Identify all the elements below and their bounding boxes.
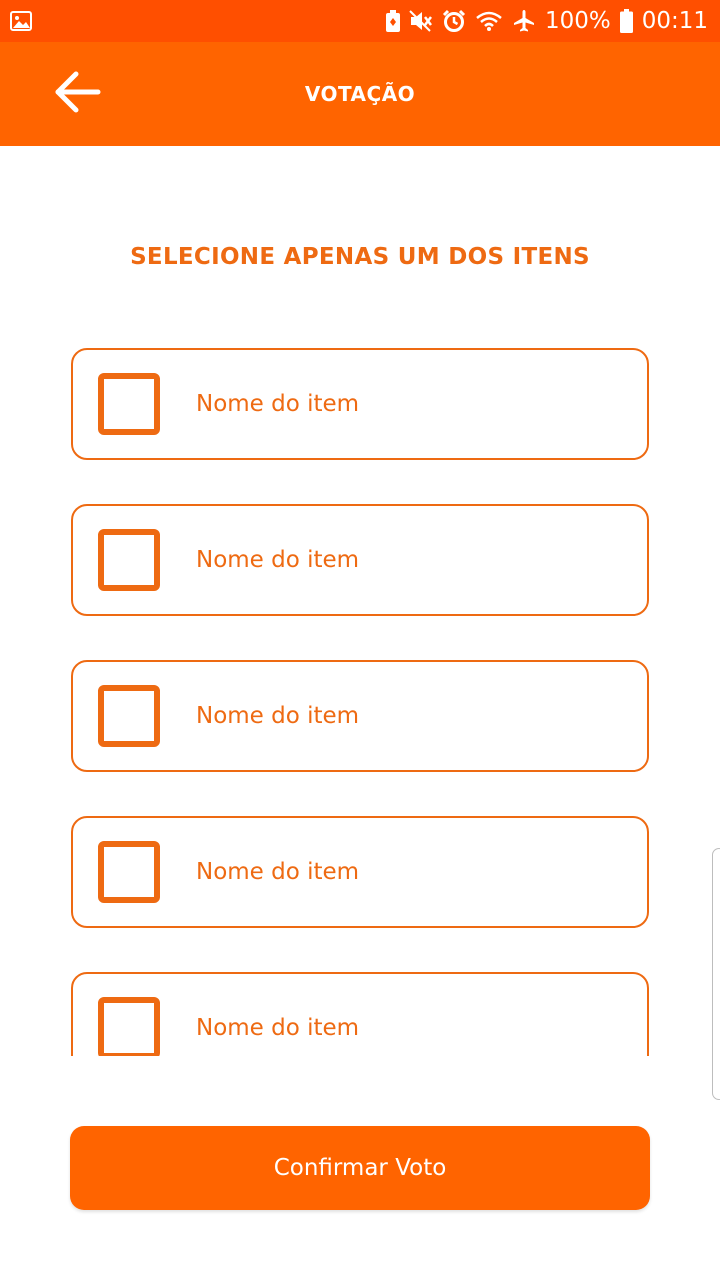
item-checkbox[interactable] [98,529,160,591]
voting-screen: 100% 00:11 VOTAÇÃO SELECIONE APENAS UM D… [0,0,720,1280]
image-icon [10,11,32,31]
status-bar: 100% 00:11 [0,0,720,42]
list-item[interactable]: Nome do item [71,660,649,772]
item-label: Nome do item [196,391,360,417]
alarm-icon [442,9,466,33]
status-bar-right: 100% 00:11 [385,8,708,34]
confirm-vote-button[interactable]: Confirmar Voto [70,1126,650,1210]
airplane-icon [512,9,536,33]
battery-saver-icon [385,10,400,32]
wifi-icon [475,10,503,32]
items-list[interactable]: Nome do item Nome do item Nome do item N… [0,330,720,1056]
item-checkbox[interactable] [98,841,160,903]
list-item[interactable]: Nome do item [71,972,649,1056]
item-checkbox[interactable] [98,685,160,747]
item-label: Nome do item [196,547,360,573]
instruction-text: SELECIONE APENAS UM DOS ITENS [130,244,590,270]
battery-percent: 100% [544,8,611,34]
back-button[interactable] [42,64,112,124]
status-bar-left [10,11,32,31]
list-item[interactable]: Nome do item [71,504,649,616]
app-bar: VOTAÇÃO [0,42,720,146]
item-label: Nome do item [196,703,360,729]
page-title: VOTAÇÃO [304,82,416,106]
item-checkbox[interactable] [98,997,160,1056]
list-item[interactable]: Nome do item [71,816,649,928]
scrollbar[interactable] [712,848,720,1100]
arrow-left-icon [52,70,102,118]
list-item[interactable]: Nome do item [71,348,649,460]
item-label: Nome do item [196,859,360,885]
item-label: Nome do item [196,1015,360,1041]
battery-icon [619,9,633,33]
mute-icon [409,10,433,32]
status-time: 00:11 [641,8,708,34]
item-checkbox[interactable] [98,373,160,435]
